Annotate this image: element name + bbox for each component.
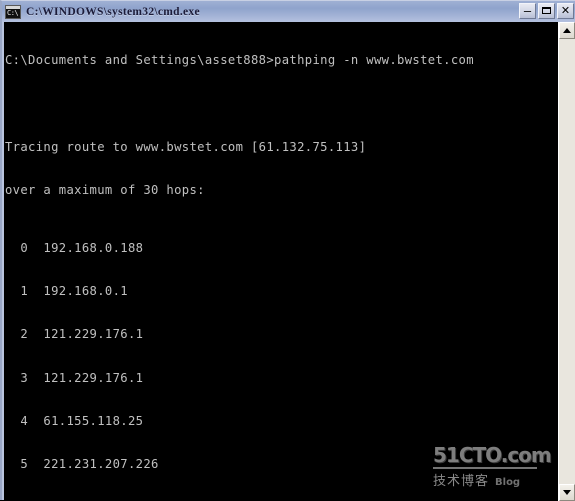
watermark-blog-text: Blog <box>495 477 520 488</box>
console-output-area[interactable]: C:\Documents and Settings\asset888>pathp… <box>4 22 560 501</box>
minimize-icon: – <box>520 4 535 18</box>
max-hops-line: over a maximum of 30 hops: <box>5 183 474 197</box>
cmd-window: C:\ C:\WINDOWS\system32\cmd.exe – ✕ C:\D… <box>0 0 575 500</box>
window-controls: – ✕ <box>519 3 574 19</box>
trace-route-line: Tracing route to www.bwstet.com [61.132.… <box>5 140 474 154</box>
maximize-button[interactable] <box>538 3 555 19</box>
scroll-up-button[interactable] <box>559 22 575 39</box>
scroll-down-button[interactable] <box>559 484 575 501</box>
maximize-icon <box>542 7 551 14</box>
minimize-button[interactable]: – <box>519 3 536 19</box>
prompt-line: C:\Documents and Settings\asset888>pathp… <box>5 53 474 67</box>
console-text-buffer: C:\Documents and Settings\asset888>pathp… <box>5 24 474 501</box>
hop-list-item: 3 121.229.176.1 <box>5 371 474 385</box>
blank-line <box>5 96 474 110</box>
hop-list-item: 1 192.168.0.1 <box>5 284 474 298</box>
close-icon: ✕ <box>558 4 573 18</box>
hop-list-item: 4 61.155.118.25 <box>5 414 474 428</box>
cmd-console-icon[interactable]: C:\ <box>5 5 21 19</box>
cmd-icon-prompt-text: C:\ <box>7 9 18 17</box>
hop-list-item: 5 221.231.207.226 <box>5 457 474 471</box>
scroll-down-arrow-icon <box>563 490 571 495</box>
window-title: C:\WINDOWS\system32\cmd.exe <box>26 6 200 18</box>
scroll-up-arrow-icon <box>563 28 571 33</box>
vertical-scrollbar[interactable] <box>558 22 575 501</box>
hop-list-item: 0 192.168.0.188 <box>5 241 474 255</box>
hop-list-item: 2 121.229.176.1 <box>5 327 474 341</box>
window-titlebar[interactable]: C:\ C:\WINDOWS\system32\cmd.exe – ✕ <box>2 1 575 22</box>
close-button[interactable]: ✕ <box>557 3 574 19</box>
